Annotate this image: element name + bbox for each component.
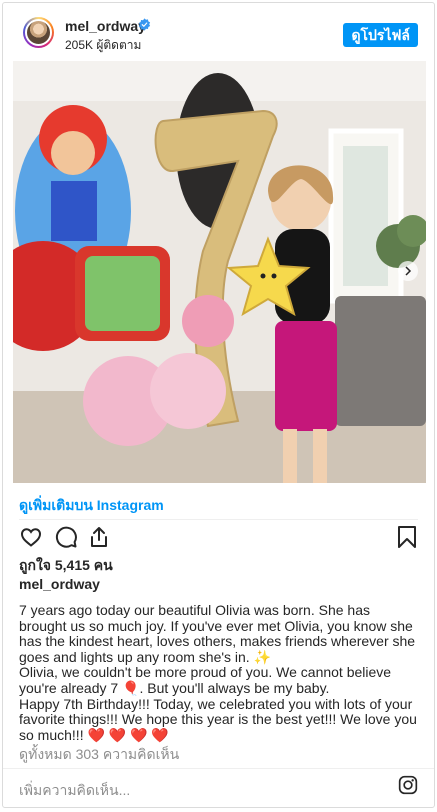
verified-icon xyxy=(138,18,151,31)
post-header: mel_ordway 205K ผู้ติดตาม ดูโปรไฟล์ xyxy=(3,3,434,59)
follower-count: 205K ผู้ติดตาม xyxy=(65,38,142,52)
instagram-icon[interactable] xyxy=(398,775,418,795)
like-count[interactable]: ถูกใจ 5,415 คน xyxy=(19,555,113,577)
action-bar xyxy=(19,525,419,549)
next-image-button[interactable] xyxy=(398,261,418,281)
view-more-on-instagram-link[interactable]: ดูเพิ่มเติมบน Instagram xyxy=(19,495,164,517)
avatar[interactable] xyxy=(23,17,54,48)
post-author[interactable]: mel_ordway xyxy=(19,576,100,592)
post-image[interactable] xyxy=(13,61,426,483)
view-profile-button[interactable]: ดูโปรไฟล์ xyxy=(343,23,418,47)
add-comment-input[interactable]: เพิ่มความคิดเห็น... xyxy=(19,780,130,802)
view-all-comments-link[interactable]: ดูทั้งหมด 303 ความคิดเห็น xyxy=(19,744,179,766)
comment-icon[interactable] xyxy=(54,525,78,549)
caption-paragraph: 7 years ago today our beautiful Olivia w… xyxy=(19,602,416,665)
divider xyxy=(3,768,434,769)
next-arrow-icon xyxy=(405,266,412,276)
caption-paragraph: Happy 7th Birthday!!! Today, we celebrat… xyxy=(19,695,417,743)
divider xyxy=(19,519,418,520)
username[interactable]: mel_ordway xyxy=(65,18,146,34)
share-icon[interactable] xyxy=(87,525,111,549)
embedded-post: mel_ordway 205K ผู้ติดตาม ดูโปรไฟล์ ดูเพ… xyxy=(2,2,435,808)
post-photo-illustration xyxy=(13,61,426,483)
heart-icon[interactable] xyxy=(19,525,43,549)
bookmark-icon[interactable] xyxy=(395,525,419,549)
post-caption: 7 years ago today our beautiful Olivia w… xyxy=(19,602,419,743)
caption-paragraph: Olivia, we couldn't be more proud of you… xyxy=(19,664,392,696)
